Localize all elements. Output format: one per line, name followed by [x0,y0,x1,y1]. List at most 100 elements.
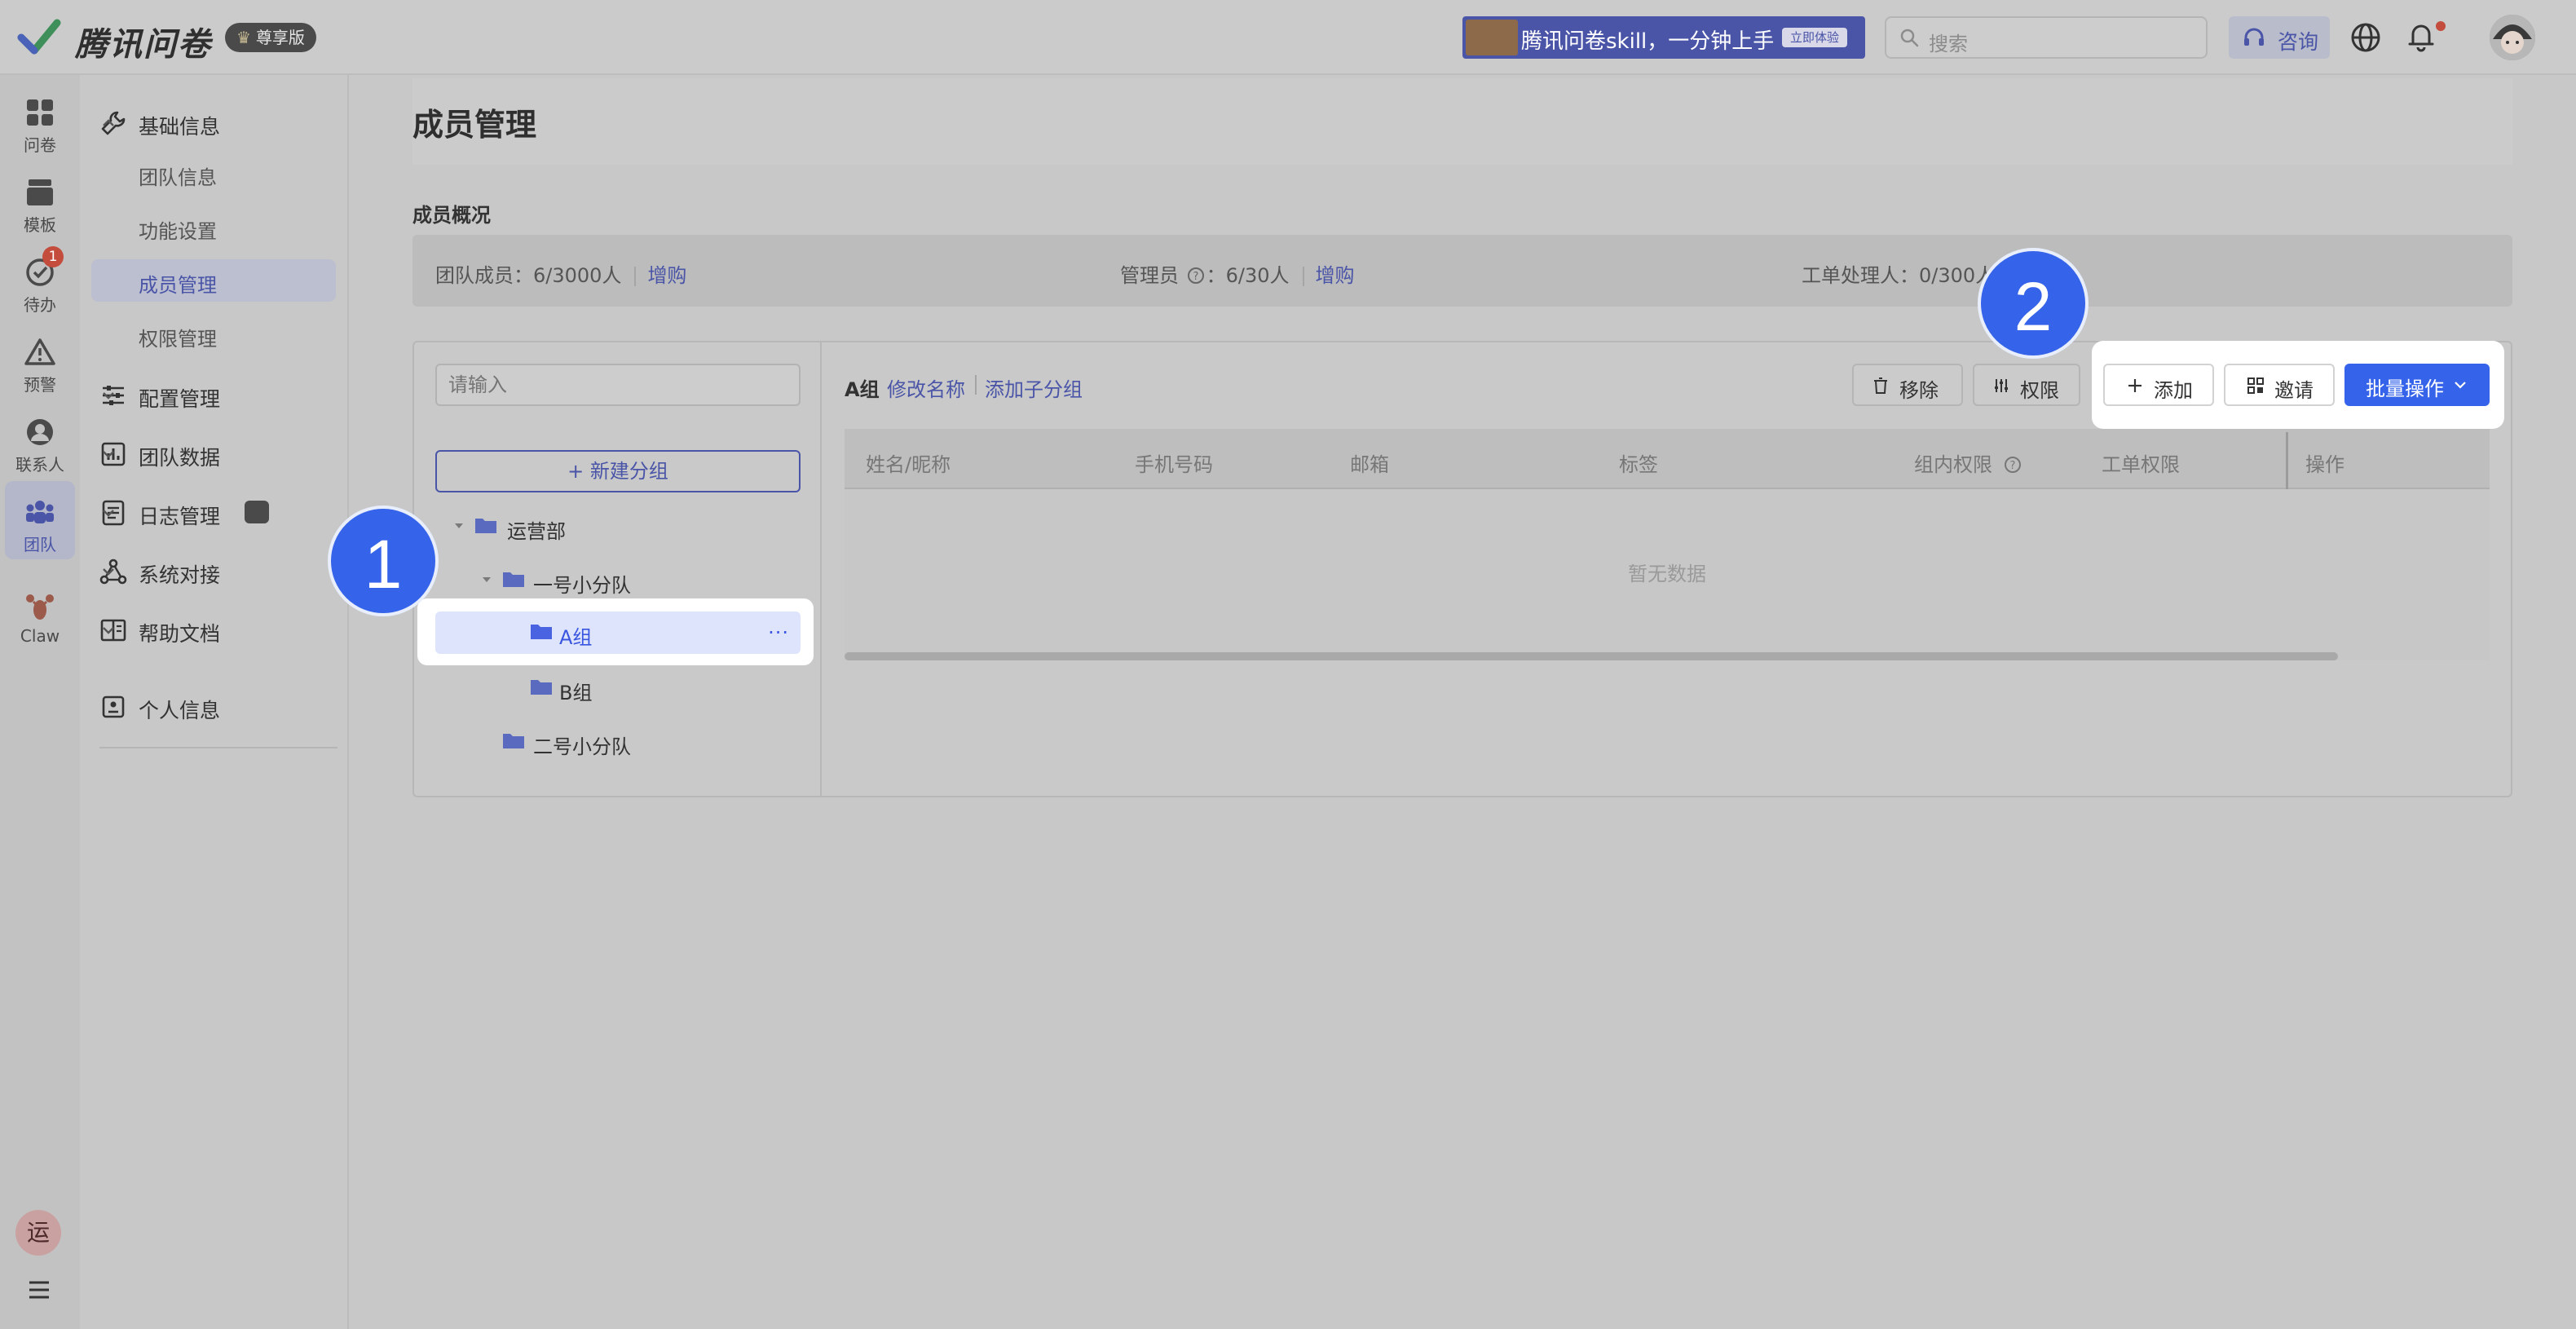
rail-item-template[interactable]: 模板 [0,161,80,240]
crown-icon: ♛ [236,28,251,47]
remove-label: 移除 [1899,379,1939,402]
folder-icon [475,519,496,533]
column-header-email[interactable]: 邮箱 [1350,448,1389,477]
more-options-icon[interactable]: ··· [768,621,789,644]
overview-heading: 成员概况 [412,204,491,227]
column-header-phone[interactable]: 手机号码 [1135,448,1213,477]
svg-text:?: ? [1193,271,1198,283]
app-logo-text[interactable]: 腾讯问卷 [75,18,212,65]
tree-node-squad-1[interactable]: 一号小分队 [476,559,799,602]
sidebar-item-features[interactable]: 功能设置 [91,205,336,248]
help-circle-icon[interactable]: ? [2004,456,2022,474]
consult-label: 咨询 [2278,30,2319,54]
sidebar-group-integration[interactable]: 系统对接 [99,548,337,594]
add-subgroup-link[interactable]: 添加子分组 [985,373,1083,402]
folder-icon [503,734,524,748]
add-member-button[interactable]: 添加 [2103,364,2214,406]
current-group-name: A组 [845,378,880,401]
tree-node-ops-dept[interactable]: 运营部 [448,506,791,548]
sidebar-group-label: 帮助文档 [139,622,221,646]
notification-dot [2436,21,2446,31]
rail-item-warning[interactable]: 预警 [0,321,80,400]
column-header-label: 组内权限 [1914,453,1992,476]
chevron-down-icon [103,392,114,400]
column-header-actions: 操作 [2305,453,2344,476]
column-header-ticket-permission[interactable]: 工单权限 [2102,448,2180,477]
chevron-down-icon [103,568,114,576]
invite-button[interactable]: 邀请 [2224,364,2335,406]
sidebar-group-label: 基础信息 [139,115,221,139]
trash-icon [1874,378,1887,394]
remove-button[interactable]: 移除 [1852,364,1963,406]
step-badge-1: 1 [328,506,439,616]
search-input[interactable]: 搜索 [1885,16,2208,59]
edition-badge: ♛ 尊享版 [225,23,316,52]
globe-icon[interactable] [2349,21,2382,54]
sidebar-item-label: 团队信息 [139,166,217,189]
admins-stat: 管理员 ? ：6/30人 增购 [1120,259,1355,288]
sidebar-item-permissions[interactable]: 权限管理 [91,313,336,355]
tree-node-label: 二号小分队 [533,735,631,758]
rail-item-todo[interactable]: 待办 [0,241,80,320]
page-title: 成员管理 [412,107,537,143]
rail-item-team[interactable]: 团队 [5,481,75,559]
avatar[interactable] [2490,15,2535,60]
user-initial-avatar[interactable]: 运 [15,1210,61,1256]
tree-node-squad-2[interactable]: 二号小分队 [476,721,799,763]
rename-group-link[interactable]: 修改名称 [887,373,965,402]
promo-banner[interactable]: 腾讯问卷skill，一分钟上手 立即体验 [1462,16,1865,59]
column-header-group-permission[interactable]: 组内权限 ? [1914,448,2022,477]
rail-label: 模板 [24,215,56,235]
sidebar-group-basic-info[interactable]: 基础信息 [99,99,337,145]
separator [975,375,977,395]
chevron-down-icon [103,451,114,458]
rail-label: 预警 [24,375,56,395]
rail-item-claw[interactable]: Claw [0,576,80,654]
permissions-button[interactable]: 权限 [1973,364,2080,406]
sidebar-item-members[interactable]: 成员管理 [91,259,336,302]
batch-actions-button[interactable]: 批量操作 [2344,364,2490,406]
fixed-column-divider [2286,432,2288,489]
sliders-icon [1995,379,2008,392]
settings-sidebar: 基础信息 团队信息 功能设置 成员管理 权限管理 配置管理 团队数据 日志管理 … [80,75,349,1329]
premium-crown-icon [245,501,269,523]
sidebar-item-personal-info[interactable]: 个人信息 [99,683,337,729]
sidebar-item-label: 个人信息 [139,699,221,722]
chevron-down-icon [103,627,114,634]
sidebar-group-config[interactable]: 配置管理 [99,372,337,417]
rail-label: Claw [20,626,60,646]
svg-text:?: ? [2009,460,2015,472]
sidebar-group-help[interactable]: 帮助文档 [99,607,337,652]
column-header-tags[interactable]: 标签 [1619,448,1658,477]
sidebar-divider [99,747,337,748]
consult-button[interactable]: 咨询 [2229,16,2330,59]
overview-bar: 团队成员：6/3000人 增购 管理员 ? ：6/30人 增购 工单处理人：0/300… [412,235,2512,307]
horizontal-scrollbar[interactable] [845,652,2338,660]
tree-node-group-b[interactable]: B组 [435,667,801,709]
invite-label: 邀请 [2274,379,2314,402]
caret-down-icon [483,577,491,582]
bell-icon[interactable] [2405,20,2437,52]
sidebar-group-team-data[interactable]: 团队数据 [99,430,337,476]
tree-node-group-a[interactable]: A组 ··· [435,612,801,654]
promo-text: 腾讯问卷skill，一分钟上手 [1521,29,1775,54]
buy-admins-link[interactable]: 增购 [1316,264,1355,287]
sidebar-group-logs[interactable]: 日志管理 [99,489,337,535]
rail-item-questionnaire[interactable]: 问卷 [0,82,80,160]
buy-members-link[interactable]: 增购 [647,264,686,287]
rail-item-contacts[interactable]: 联系人 [0,401,80,479]
plus-icon [2128,379,2142,392]
column-header-name[interactable]: 姓名/昵称 [866,448,951,477]
help-circle-icon[interactable]: ? [1187,267,1205,285]
member-table-header: 姓名/昵称 手机号码 邮箱 标签 组内权限 ? 工单权限 操作 [845,429,2490,489]
sidebar-item-team-info[interactable]: 团队信息 [91,152,336,194]
id-card-icon [102,695,125,718]
todo-count-badge: 1 [42,246,64,267]
group-search-input[interactable] [435,364,801,406]
hamburger-menu-icon[interactable] [23,1274,55,1306]
chevron-up-icon [103,119,114,126]
avatar-face-icon [2490,15,2535,60]
new-group-button[interactable]: + 新建分组 [435,450,801,492]
template-icon [27,179,53,205]
separator [1302,267,1304,286]
